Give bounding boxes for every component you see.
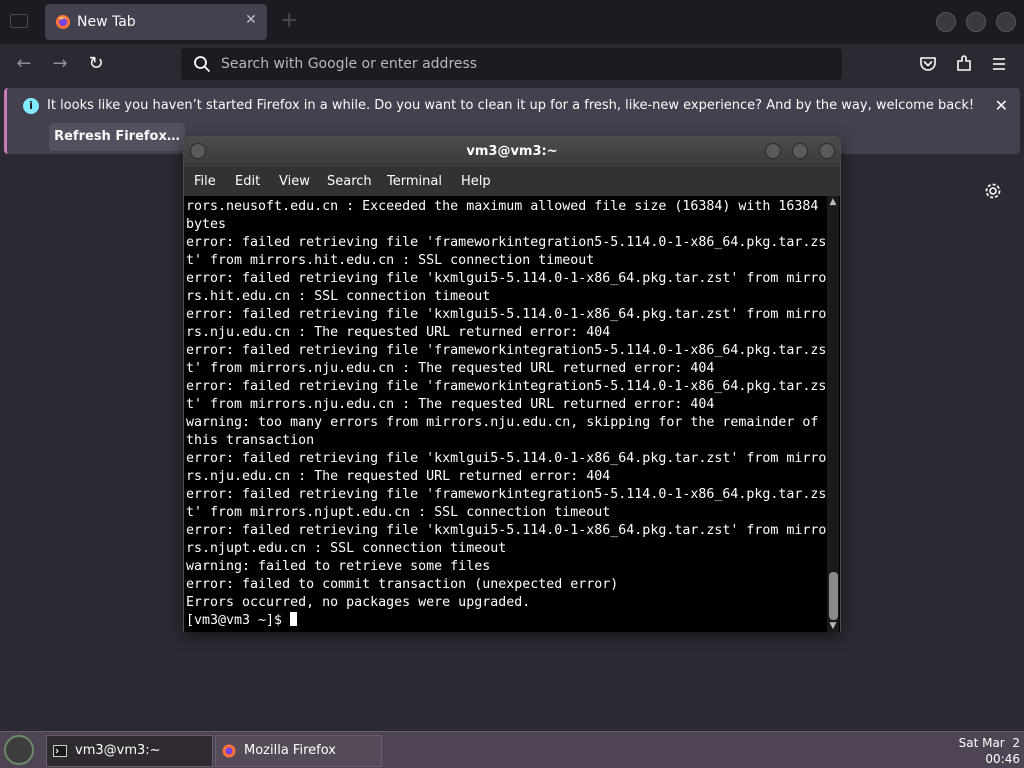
- firefox-icon: [56, 15, 70, 29]
- menu-edit[interactable]: Edit: [235, 174, 260, 189]
- reload-button[interactable]: ↻: [84, 52, 108, 76]
- terminal-line: Errors occurred, no packages were upgrad…: [186, 595, 531, 610]
- info-icon: i: [23, 98, 39, 114]
- terminal-icon: [53, 745, 67, 757]
- terminal-line: t' from mirrors.njupt.edu.cn : SSL conne…: [186, 505, 611, 520]
- terminal-line: rs.njupt.edu.cn : SSL connection timeout: [186, 541, 507, 556]
- terminal-title: vm3@vm3:~: [466, 144, 558, 159]
- navigation-toolbar: ← → ↻: [0, 44, 1024, 84]
- address-input[interactable]: [221, 48, 821, 80]
- firefox-icon: [222, 744, 236, 758]
- terminal-line: bytes: [186, 217, 227, 232]
- terminal-maximize-button[interactable]: [792, 143, 808, 159]
- terminal-line: warning: failed to retrieve some files: [186, 559, 491, 574]
- tab-strip: New Tab ✕ +: [0, 0, 1024, 44]
- terminal-output-area[interactable]: rors.neusoft.edu.cn : Exceeded the maxim…: [184, 196, 840, 632]
- menu-terminal[interactable]: Terminal: [387, 174, 442, 189]
- terminal-line: rs.nju.edu.cn : The requested URL return…: [186, 325, 611, 340]
- terminal-close-button[interactable]: [819, 143, 835, 159]
- new-tab-plus-icon[interactable]: +: [280, 10, 298, 32]
- terminal-line: t' from mirrors.hit.edu.cn : SSL connect…: [186, 253, 595, 268]
- settings-gear-icon[interactable]: [982, 180, 1004, 202]
- minimize-button[interactable]: [936, 12, 956, 32]
- clock-date: Sat Mar 2: [958, 736, 1020, 750]
- refresh-firefox-button[interactable]: Refresh Firefox…: [49, 123, 185, 151]
- tab-list-icon[interactable]: [10, 14, 28, 28]
- terminal-minimize-button[interactable]: [765, 143, 781, 159]
- taskbar-item-terminal[interactable]: vm3@vm3:~: [46, 735, 213, 767]
- menu-file[interactable]: File: [194, 174, 216, 189]
- terminal-line: error: failed retrieving file 'kxmlgui5-…: [186, 307, 827, 322]
- terminal-line: rors.neusoft.edu.cn : Exceeded the maxim…: [186, 199, 819, 214]
- terminal-line: error: failed retrieving file 'kxmlgui5-…: [186, 271, 827, 286]
- menu-icon[interactable]: [991, 56, 1007, 72]
- scrollbar-thumb[interactable]: [829, 572, 838, 620]
- pocket-icon[interactable]: [919, 55, 937, 73]
- menu-help[interactable]: Help: [461, 174, 491, 189]
- terminal-window[interactable]: vm3@vm3:~ File Edit View Search Terminal…: [183, 136, 841, 632]
- terminal-line: error: failed retrieving file 'kxmlgui5-…: [186, 451, 827, 466]
- taskbar-item-label: Mozilla Firefox: [244, 743, 336, 758]
- terminal-line: t' from mirrors.nju.edu.cn : The request…: [186, 397, 715, 412]
- notification-message: It looks like you haven’t started Firefo…: [47, 98, 975, 113]
- start-menu-icon[interactable]: [4, 735, 34, 765]
- terminal-scrollbar[interactable]: ▲ ▼: [827, 196, 839, 632]
- tab-close-icon[interactable]: ✕: [243, 12, 259, 28]
- terminal-cursor: [290, 612, 298, 626]
- terminal-line: warning: too many errors from mirrors.nj…: [186, 415, 819, 430]
- terminal-line: rs.hit.edu.cn : SSL connection timeout: [186, 289, 491, 304]
- taskbar-item-label: vm3@vm3:~: [75, 743, 161, 758]
- terminal-line: error: failed to commit transaction (une…: [186, 577, 619, 592]
- terminal-line: error: failed retrieving file 'framework…: [186, 343, 827, 358]
- scroll-down-arrow-icon[interactable]: ▼: [827, 620, 839, 632]
- address-bar[interactable]: [181, 48, 842, 80]
- clock[interactable]: Sat Mar 2 00:46: [954, 735, 1020, 767]
- terminal-line: [vm3@vm3 ~]$: [186, 612, 826, 630]
- maximize-button[interactable]: [966, 12, 986, 32]
- forward-button[interactable]: →: [48, 52, 72, 76]
- notification-close-icon[interactable]: ✕: [995, 96, 1008, 115]
- terminal-line: error: failed retrieving file 'framework…: [186, 235, 827, 250]
- terminal-line: this transaction: [186, 433, 315, 448]
- tab-new-tab[interactable]: New Tab ✕: [45, 4, 267, 40]
- terminal-line: rs.nju.edu.cn : The requested URL return…: [186, 469, 611, 484]
- menu-view[interactable]: View: [279, 174, 310, 189]
- terminal-titlebar[interactable]: vm3@vm3:~: [184, 137, 840, 167]
- terminal-line: error: failed retrieving file 'framework…: [186, 487, 827, 502]
- taskbar: vm3@vm3:~ Mozilla Firefox Sat Mar 2 00:4…: [0, 731, 1024, 768]
- close-window-button[interactable]: [996, 12, 1016, 32]
- menu-search[interactable]: Search: [327, 174, 372, 189]
- back-button[interactable]: ←: [12, 52, 36, 76]
- terminal-menubar: File Edit View Search Terminal Help: [184, 167, 840, 195]
- tab-title: New Tab: [77, 14, 136, 30]
- terminal-line: error: failed retrieving file 'framework…: [186, 379, 827, 394]
- clock-time: 00:46: [985, 752, 1020, 766]
- terminal-line: t' from mirrors.nju.edu.cn : The request…: [186, 361, 715, 376]
- terminal-output: rors.neusoft.edu.cn : Exceeded the maxim…: [186, 198, 826, 630]
- scroll-up-arrow-icon[interactable]: ▲: [827, 196, 839, 208]
- taskbar-item-firefox[interactable]: Mozilla Firefox: [215, 735, 382, 767]
- extensions-icon[interactable]: [955, 55, 973, 73]
- search-icon: [194, 56, 210, 72]
- terminal-line: error: failed retrieving file 'kxmlgui5-…: [186, 523, 827, 538]
